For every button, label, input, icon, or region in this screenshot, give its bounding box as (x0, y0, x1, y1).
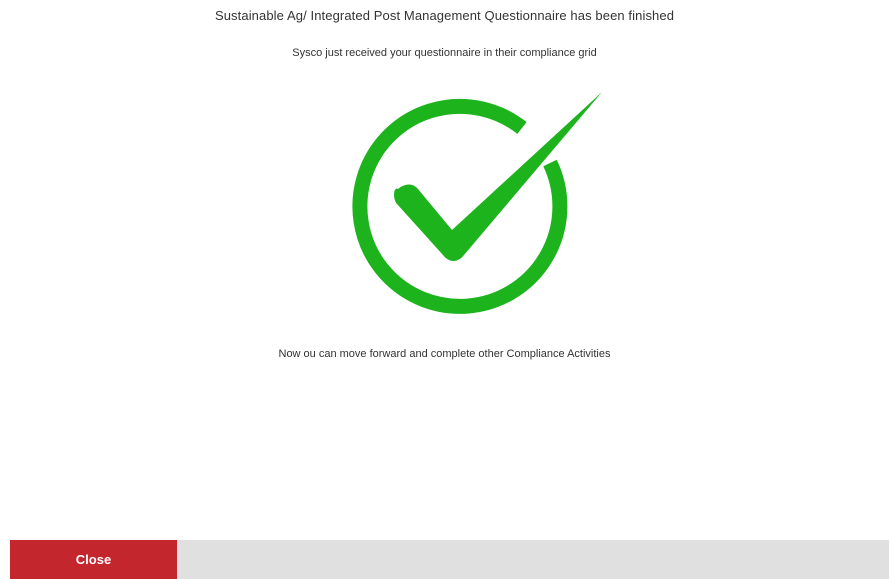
completion-dialog: Sustainable Ag/ Integrated Post Manageme… (0, 0, 889, 579)
dialog-subtitle: Sysco just received your questionnaire i… (292, 47, 597, 59)
close-button[interactable]: Close (10, 540, 177, 579)
check-circle-icon (352, 92, 602, 314)
next-steps-message: Now ou can move forward and complete oth… (278, 348, 611, 360)
dialog-title: Sustainable Ag/ Integrated Post Manageme… (214, 8, 675, 23)
dialog-footer: Close (10, 540, 889, 579)
